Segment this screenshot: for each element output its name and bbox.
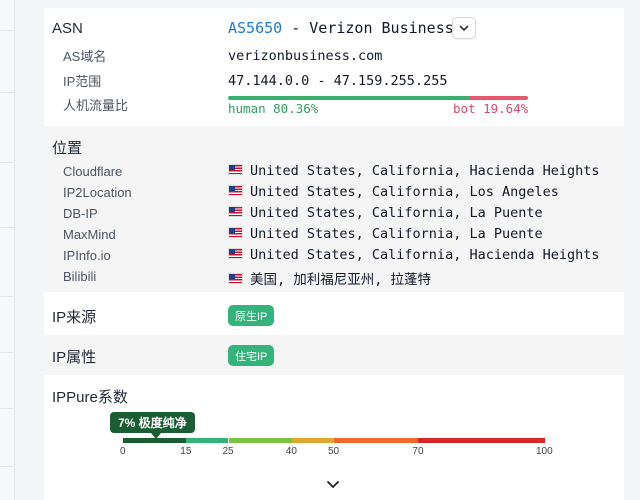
ip-type-tag: 住宅IP xyxy=(228,345,275,366)
location-source-maxmind: MaxMind xyxy=(63,227,116,242)
us-flag-icon xyxy=(228,273,243,284)
asn-number-link[interactable]: AS5650 xyxy=(228,19,282,37)
ip-type-section: IP属性 住宅IP xyxy=(44,335,624,375)
ip-source-section: IP来源 原生IP xyxy=(44,292,624,335)
traffic-human-segment xyxy=(228,96,470,100)
ippure-scale-segment xyxy=(228,438,292,443)
location-text: United States, California, La Puente xyxy=(250,226,543,242)
asn-section: ASN AS5650 - Verizon Business AS域名 veriz… xyxy=(44,8,624,126)
traffic-bot-segment xyxy=(469,96,528,100)
location-value-ip2location: United States, California, Los Angeles xyxy=(228,184,559,200)
traffic-ratio-label: 人机流量比 xyxy=(63,98,129,113)
chevron-down-icon xyxy=(326,480,340,489)
asn-label: ASN xyxy=(52,20,83,37)
location-text: United States, California, Los Angeles xyxy=(250,184,559,200)
ippure-scale-tick-label: 100 xyxy=(536,446,553,457)
location-text: United States, California, La Puente xyxy=(250,205,543,221)
card-top-gap xyxy=(44,0,624,8)
ippure-scale-tick-label: 50 xyxy=(328,446,340,457)
ip-source-label: IP来源 xyxy=(52,309,97,326)
ippure-scale-segment xyxy=(186,438,229,443)
us-flag-icon xyxy=(228,227,243,238)
ippure-label: IPPure系数 xyxy=(52,389,128,406)
us-flag-icon xyxy=(228,164,243,175)
traffic-human-label: human 80.36% xyxy=(228,101,319,116)
ippure-scale-tick-label: 15 xyxy=(180,446,192,457)
us-flag-icon xyxy=(228,206,243,217)
expand-more-button[interactable] xyxy=(326,476,340,494)
location-text: United States, California, Hacienda Heig… xyxy=(250,163,600,179)
location-source-cloudflare: Cloudflare xyxy=(63,164,123,179)
asn-value: AS5650 - Verizon Business xyxy=(228,19,454,37)
ippure-scale-segment xyxy=(334,438,419,443)
location-value-dbip: United States, California, La Puente xyxy=(228,205,543,221)
ippure-scale-segment xyxy=(418,438,545,443)
chevron-down-icon xyxy=(459,24,469,31)
ippure-scale-segment xyxy=(123,438,187,443)
ip-type-label: IP属性 xyxy=(52,349,97,366)
us-flag-icon xyxy=(228,185,243,196)
as-domain-value: verizonbusiness.com xyxy=(228,48,383,64)
ip-info-card: ASN AS5650 - Verizon Business AS域名 veriz… xyxy=(44,0,624,500)
location-value-maxmind: United States, California, La Puente xyxy=(228,226,543,242)
ippure-scale-tick-label: 40 xyxy=(285,446,297,457)
traffic-ratio-bar xyxy=(228,96,528,100)
location-source-ipinfo: IPInfo.io xyxy=(63,248,111,263)
ippure-scale-segment xyxy=(291,438,334,443)
ippure-scale-tick-label: 0 xyxy=(120,446,126,457)
as-domain-label: AS域名 xyxy=(63,49,107,64)
location-source-bilibili: Bilibili xyxy=(63,269,97,284)
location-value-cloudflare: United States, California, Hacienda Heig… xyxy=(228,163,600,179)
location-source-dbip: DB-IP xyxy=(63,206,98,221)
asn-separator: - xyxy=(282,19,310,37)
location-text: 美国, 加利福尼亚州, 拉蓬特 xyxy=(250,272,432,288)
location-source-ip2location: IP2Location xyxy=(63,185,132,200)
traffic-bot-label: bot 19.64% xyxy=(453,101,529,116)
ippure-score-badge: 7% 极度纯净 xyxy=(110,412,195,433)
location-text: United States, California, Hacienda Heig… xyxy=(250,247,600,263)
location-value-bilibili: 美国, 加利福尼亚州, 拉蓬特 xyxy=(228,268,431,288)
left-sidebar-strip xyxy=(0,0,15,500)
location-value-ipinfo: United States, California, Hacienda Heig… xyxy=(228,247,600,263)
asn-expand-button[interactable] xyxy=(452,17,476,39)
us-flag-icon xyxy=(228,248,243,259)
ip-range-label: IP范围 xyxy=(63,74,102,89)
ip-range-value: 47.144.0.0 - 47.159.255.255 xyxy=(228,73,448,89)
ip-source-tag: 原生IP xyxy=(228,305,275,326)
ippure-scale-tick-label: 25 xyxy=(222,446,234,457)
location-label: 位置 xyxy=(52,140,83,157)
asn-org: Verizon Business xyxy=(309,19,454,37)
location-section: 位置 Cloudflare United States, California,… xyxy=(44,126,624,292)
ippure-scale-tick-label: 70 xyxy=(412,446,424,457)
